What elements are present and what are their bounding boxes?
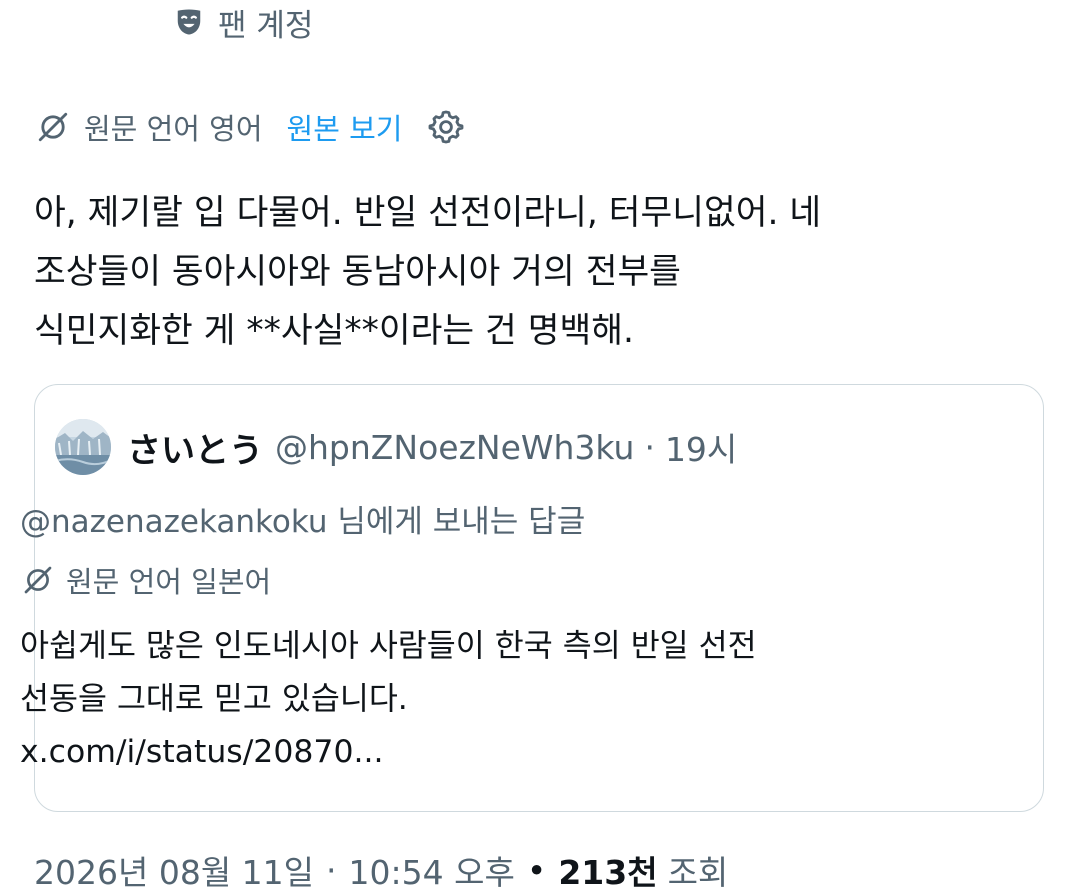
quoted-post-time[interactable]: 19시 — [665, 423, 737, 471]
quoted-author-name[interactable]: さいとう — [127, 423, 263, 472]
post-time[interactable]: 10:54 오후 — [349, 846, 515, 894]
theater-mask-icon — [174, 7, 204, 37]
view-original-link[interactable]: 원본 보기 — [287, 106, 403, 148]
quoted-post-link[interactable]: x.com/i/status/20870... — [20, 726, 990, 779]
post-text: 아, 제기랄 입 다물어. 반일 선전이라니, 터무니없어. 네조상들이 동아시… — [34, 184, 1054, 361]
post-line: 아, 제기랄 입 다물어. 반일 선전이라니, 터무니없어. 네 — [34, 193, 822, 233]
post-meta: 2026년 08월 11일 · 10:54 오후 • 213천 조회 — [34, 846, 729, 894]
quoted-author-handle[interactable]: @hpnZNoezNeWh3ku — [275, 428, 634, 467]
fan-account-label: 팬 계정 — [174, 0, 313, 44]
fan-account-text: 팬 계정 — [218, 7, 314, 44]
reply-context: @nazenazekankoku 님에게 보내는 답글 — [20, 496, 585, 541]
source-language: 원문 언어 영어 — [84, 112, 263, 146]
quoted-post-line: 아쉽게도 많은 인도네시아 사람들이 한국 측의 반일 선전 — [20, 628, 757, 664]
views-label: 조회 — [667, 853, 729, 892]
quoted-post-text: 아쉽게도 많은 인도네시아 사람들이 한국 측의 반일 선전 선동을 그대로 믿… — [20, 620, 990, 779]
gear-icon[interactable] — [426, 107, 466, 147]
translation-bar: 원문 언어 영어 원본 보기 — [34, 102, 466, 152]
reply-suffix: 님에게 보내는 답글 — [327, 504, 586, 540]
separator-dot: · — [644, 427, 655, 467]
post-line: 식민지화한 게 **사실**이라는 건 명백해. — [34, 311, 634, 351]
translate-icon — [20, 562, 56, 598]
quoted-translation-bar: 원문 언어 일본어 — [20, 555, 271, 605]
reply-mention[interactable]: @nazenazekankoku — [20, 504, 328, 540]
quoted-post-line: 선동을 그대로 믿고 있습니다. — [20, 681, 408, 717]
bullet-separator: • — [526, 850, 547, 890]
translate-icon — [34, 108, 72, 146]
quoted-post-header: さいとう @hpnZNoezNeWh3ku · 19시 — [55, 419, 737, 475]
post-line: 조상들이 동아시아와 동남아시아 거의 전부를 — [34, 252, 681, 292]
avatar[interactable] — [55, 419, 111, 475]
post-date[interactable]: 2026년 08월 11일 — [34, 846, 314, 894]
separator-dot: · — [326, 850, 337, 890]
quoted-source-language: 원문 언어 일본어 — [66, 565, 272, 599]
views-count: 213천 — [558, 853, 658, 892]
